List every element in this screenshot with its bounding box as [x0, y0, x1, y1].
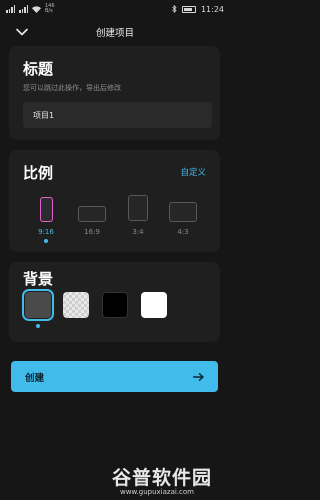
chevron-down-icon: [16, 28, 28, 36]
ratio-option-4-3[interactable]: 4:3: [168, 202, 198, 236]
page-title: 创建项目: [95, 28, 134, 39]
ratio-frame-9-16: [39, 197, 53, 222]
arrow-right-icon: [193, 372, 204, 381]
status-left: 146 B/s: [6, 4, 55, 14]
ratio-option-9-16[interactable]: 9:16: [35, 197, 57, 243]
wifi-icon: [32, 5, 41, 13]
watermark-brand: 谷普软件园: [112, 467, 213, 489]
background-card: 背景: [9, 262, 220, 342]
custom-ratio-link[interactable]: 自定义: [180, 166, 206, 178]
swatch-dark-gray[interactable]: [22, 289, 54, 321]
selected-indicator: [36, 324, 40, 328]
ratio-option-3-4[interactable]: 3:4: [126, 195, 150, 236]
ratio-label: 3:4: [132, 228, 144, 236]
bluetooth-icon: [172, 5, 177, 13]
ratio-card: 比例 自定义 9:16 16:9 3:4 4:3: [9, 150, 220, 252]
ratio-frame-3-4: [128, 195, 148, 221]
signal-icon: [6, 5, 15, 13]
status-time: 11:24: [200, 4, 224, 14]
ratio-label: 4:3: [177, 228, 189, 236]
title-card: 标题 您可以跳过此操作，导出后修改: [9, 46, 220, 140]
network-speed: 146 B/s: [45, 3, 55, 14]
battery-icon: [181, 5, 196, 13]
swatch-white[interactable]: [141, 292, 167, 318]
ratio-frame-16-9: [78, 206, 106, 222]
ratio-option-16-9[interactable]: 16:9: [77, 206, 107, 236]
title-heading: 标题: [23, 60, 54, 78]
create-label: 创建: [25, 372, 45, 384]
status-right: 11:24: [172, 5, 224, 14]
title-hint: 您可以跳过此操作，导出后修改: [23, 84, 121, 92]
create-button[interactable]: 创建: [11, 361, 218, 392]
ratio-label: 9:16: [38, 228, 54, 236]
status-bar: 146 B/s 11:24: [0, 0, 230, 18]
signal-icon-2: [19, 5, 28, 13]
top-bar: 创建项目: [0, 20, 230, 44]
ratio-frame-4-3: [169, 202, 197, 222]
project-name-input[interactable]: [23, 102, 212, 128]
back-button[interactable]: [14, 24, 30, 40]
ratio-label: 16:9: [84, 228, 100, 236]
watermark-url: www.gupuxiazai.com: [120, 488, 194, 496]
selected-indicator: [44, 239, 48, 243]
ratio-heading: 比例: [23, 164, 54, 182]
background-heading: 背景: [23, 270, 54, 288]
swatch-black[interactable]: [102, 292, 128, 318]
watermark: 谷普软件园 www.gupuxiazai.com: [112, 463, 230, 500]
swatch-transparent[interactable]: [63, 292, 89, 318]
